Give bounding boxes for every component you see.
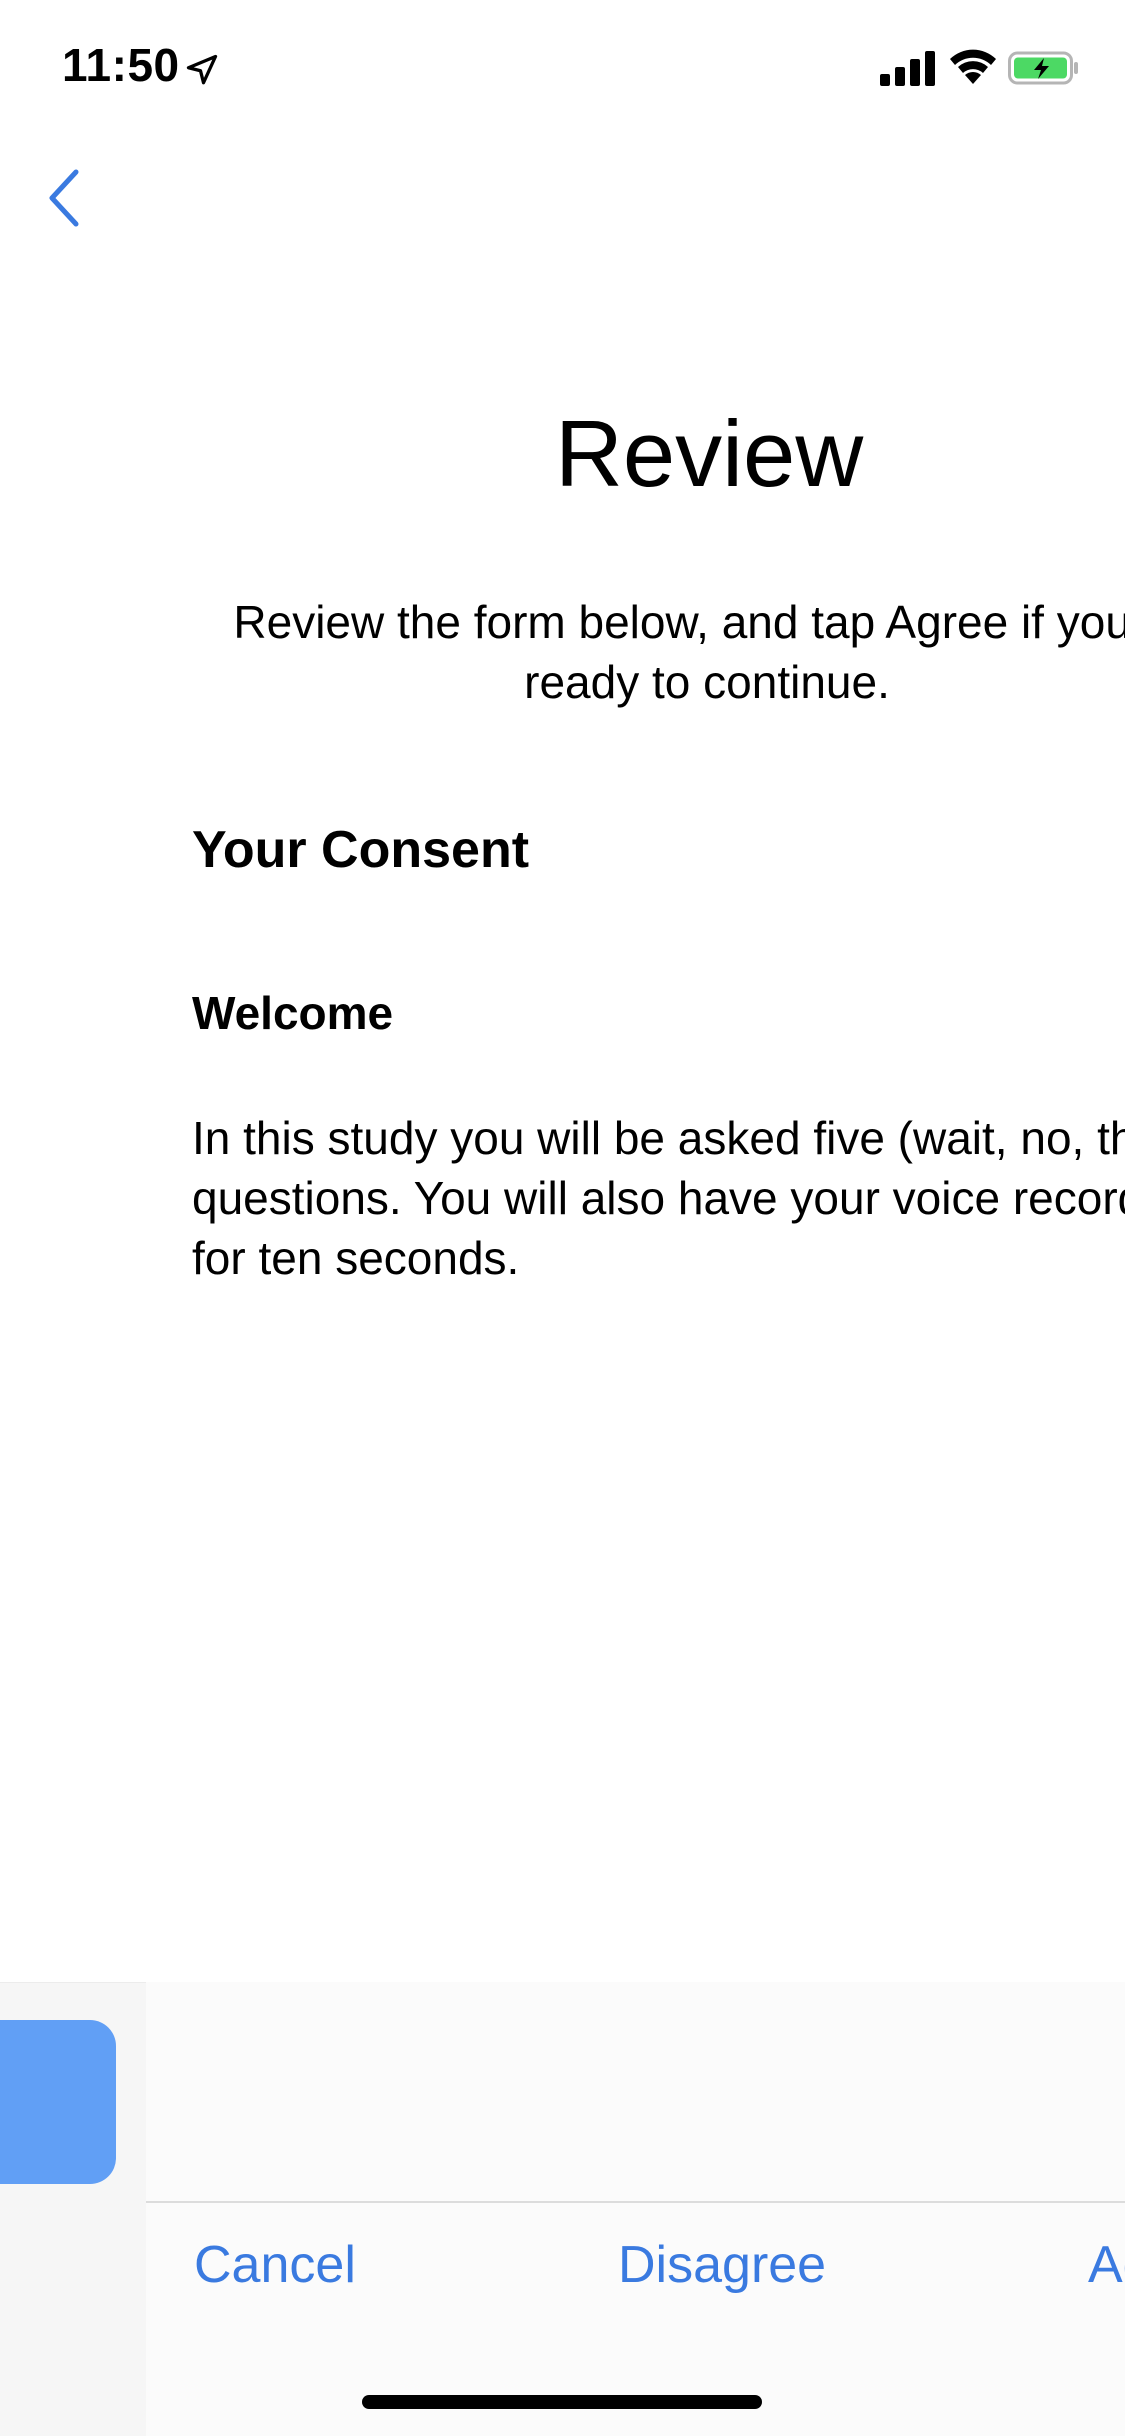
page-subtitle: Review the form below, and tap Agree if …: [233, 596, 1125, 708]
screen: 11:50 Review Review the form below, and …: [0, 0, 1125, 2436]
section-title: Your Consent: [192, 821, 530, 879]
page-title: Review: [555, 401, 864, 506]
previous-screen-button: [0, 2020, 116, 2184]
subsection-title: Welcome: [192, 987, 394, 1039]
consent-body-text: In this study you will be asked five (wa…: [192, 1112, 1125, 1284]
toolbar-divider: [146, 2201, 1125, 2203]
cancel-button[interactable]: Cancel: [194, 2235, 356, 2295]
home-indicator[interactable]: [362, 2395, 762, 2409]
bottom-toolbar: [146, 1982, 1125, 2436]
agree-button[interactable]: Agree: [1088, 2235, 1125, 2295]
disagree-button[interactable]: Disagree: [618, 2235, 826, 2295]
